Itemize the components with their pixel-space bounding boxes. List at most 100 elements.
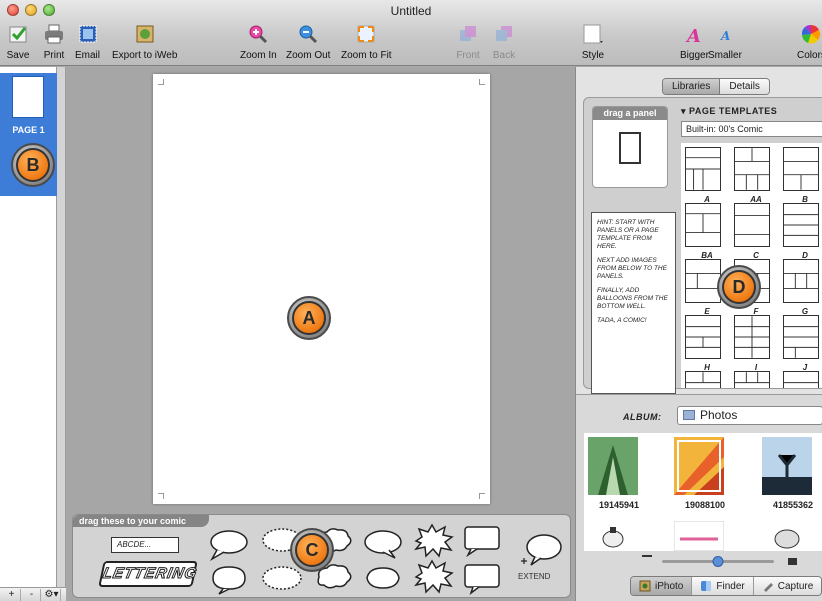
template-thumbnail [783, 203, 819, 247]
photo-thumbnail [673, 520, 725, 551]
template-thumbnail [685, 315, 721, 359]
tab-finder[interactable]: Finder [692, 577, 754, 595]
template-item[interactable]: BA [685, 203, 729, 263]
callout-badge-d: D [717, 265, 761, 309]
jagged-balloon[interactable] [209, 563, 249, 595]
speech-balloon-round[interactable] [209, 529, 249, 561]
template-item[interactable] [734, 371, 778, 388]
print-button[interactable]: Print [42, 22, 66, 61]
inspector-panel: Libraries Details drag a panel HINT: Sta… [575, 67, 822, 601]
thumbnail-size-slider[interactable] [576, 551, 822, 573]
tab-iphoto[interactable]: iPhoto [631, 577, 693, 595]
template-item[interactable] [685, 371, 729, 388]
templates-heading: ▾ PAGE TEMPLATES [681, 106, 778, 116]
pages-scrollbar[interactable] [57, 67, 66, 587]
extend-label: EXTEND [518, 572, 551, 581]
add-page-button[interactable]: + [3, 588, 21, 601]
lettering-item[interactable]: LETTERING [98, 561, 199, 587]
bring-to-front-button[interactable]: Front [456, 22, 480, 61]
send-to-back-button[interactable]: Back [492, 22, 516, 61]
photo-caption: 19088100 [684, 500, 726, 510]
wavy-balloon[interactable] [363, 563, 403, 595]
page-actions-button[interactable]: ⚙▾ [43, 588, 61, 601]
page-label: PAGE 1 [12, 125, 45, 135]
template-thumbnail [685, 147, 721, 191]
comic-page[interactable] [153, 74, 490, 504]
template-thumbnail [783, 259, 819, 303]
media-source-tabs: iPhoto Finder Capture [630, 576, 822, 596]
style-button[interactable]: Style [581, 22, 605, 61]
template-item[interactable]: C [734, 203, 778, 263]
shout-balloon[interactable] [413, 523, 455, 559]
zoom-in-button[interactable]: Zoom In [240, 22, 277, 61]
remove-page-button[interactable]: - [23, 588, 41, 601]
drag-panel-label: drag a panel [593, 107, 667, 120]
extend-balloon[interactable] [517, 531, 563, 571]
tab-details[interactable]: Details [720, 79, 769, 94]
crop-mark [158, 79, 164, 85]
template-item[interactable]: J [783, 315, 822, 375]
zoom-in-icon [246, 22, 270, 46]
templates-select[interactable]: Built-in: 00's Comic [681, 121, 822, 137]
template-thumbnail [783, 147, 819, 191]
template-item[interactable]: I [734, 315, 778, 375]
album-select[interactable]: Photos [677, 406, 822, 425]
whisper-balloon-2[interactable] [261, 563, 303, 595]
template-item[interactable]: H [685, 315, 729, 375]
callout-letter: A [292, 301, 326, 335]
window-title: Untitled [390, 4, 432, 18]
photo-item[interactable] [588, 521, 650, 551]
bigger-text-button[interactable]: A Bigger [680, 22, 709, 61]
album-value: Photos [700, 408, 738, 422]
template-thumbnail [734, 371, 770, 388]
templates-grid: A AA B BA C D E F G H I J [681, 143, 822, 388]
photo-item[interactable] [673, 520, 736, 551]
shout-balloon-2[interactable] [413, 559, 455, 595]
template-thumbnail [734, 203, 770, 247]
tab-libraries[interactable]: Libraries [663, 79, 721, 94]
hint-text-1: HINT: Start with PANELS or a PAGE TEMPLA… [597, 219, 659, 250]
smaller-text-button[interactable]: A Smaller [708, 22, 742, 61]
bring-front-icon [456, 22, 480, 46]
template-item[interactable]: B [783, 147, 822, 207]
photo-item[interactable] [762, 521, 822, 551]
panels-library: drag a panel HINT: Start with PANELS or … [583, 97, 822, 394]
send-back-icon [492, 22, 516, 46]
photo-thumbnail [674, 437, 724, 495]
zoom-to-fit-button[interactable]: Zoom to Fit [341, 22, 392, 61]
template-thumbnail [734, 147, 770, 191]
zoom-out-button[interactable]: Zoom Out [286, 22, 330, 61]
template-item[interactable]: AA [734, 147, 778, 207]
template-item[interactable] [783, 371, 822, 388]
template-thumbnail [783, 371, 819, 388]
zoom-fit-icon [354, 22, 378, 46]
template-thumbnail [734, 315, 770, 359]
caption-box-balloon[interactable] [463, 525, 503, 557]
comic-canvas-area[interactable] [67, 67, 575, 512]
photo-item[interactable]: 19088100 [674, 437, 736, 510]
photo-item[interactable]: 41855362 [762, 437, 822, 510]
finder-label: Finder [716, 580, 745, 592]
hint-text-2: Next add IMAGES from below to the panels… [597, 257, 667, 280]
photo-item[interactable]: 19145941 [588, 437, 650, 510]
template-item[interactable]: A [685, 147, 729, 207]
photo-thumbnail [588, 437, 638, 495]
crop-mark [479, 493, 485, 499]
export-iweb-button[interactable]: Export to iWeb [112, 22, 177, 61]
page-thumbnail[interactable] [12, 76, 44, 118]
text-caption-item[interactable]: ABCDE... [111, 537, 179, 553]
email-button[interactable]: Email [75, 22, 100, 61]
hint-text-4: Tada, a comic! [597, 317, 647, 324]
tab-capture[interactable]: Capture [753, 577, 822, 595]
photo-thumbnail [602, 527, 624, 548]
drag-panel-tile[interactable]: drag a panel [592, 106, 668, 188]
template-item[interactable]: D [783, 203, 822, 263]
style-swatch-icon [581, 22, 605, 46]
templates-heading-label: PAGE TEMPLATES [689, 106, 778, 116]
well-header: drag these to your comic [73, 515, 209, 527]
template-item[interactable]: G [783, 259, 822, 319]
caption-box-balloon-2[interactable] [463, 563, 503, 595]
save-button[interactable]: Save [6, 22, 30, 61]
speech-balloon-oval[interactable] [363, 529, 403, 561]
colors-button[interactable]: Colors [797, 22, 822, 61]
